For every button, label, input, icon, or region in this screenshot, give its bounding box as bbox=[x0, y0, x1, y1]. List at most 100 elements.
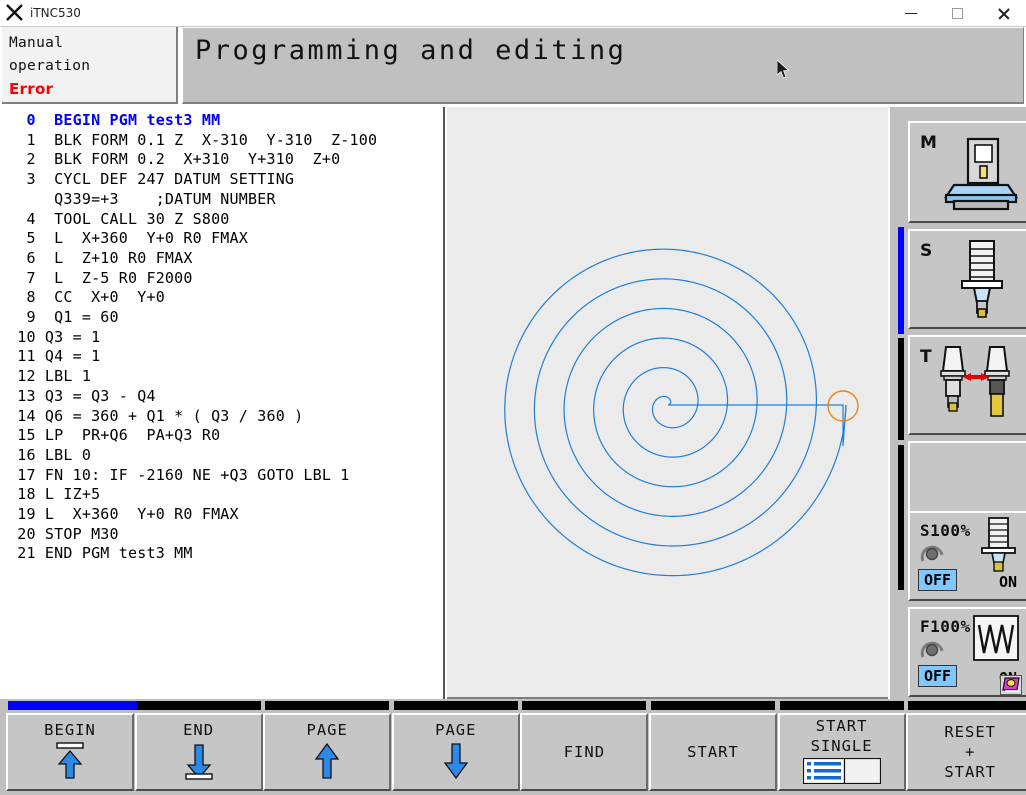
screen-title-box: Programming and editing bbox=[182, 27, 1024, 104]
softkey-reset-start-label: RESET bbox=[944, 723, 997, 741]
block-list-icon bbox=[802, 757, 881, 788]
page-title: Programming and editing bbox=[195, 35, 627, 66]
spindle-override-off[interactable]: OFF bbox=[918, 569, 958, 591]
softkey-begin-label: BEGIN bbox=[44, 721, 96, 739]
feed-override-title: F100% bbox=[920, 617, 971, 636]
softkey-start-single-label: START bbox=[815, 717, 868, 735]
program-line[interactable]: 14 Q6 = 360 + Q1 * ( Q3 / 360 ) bbox=[2, 407, 443, 427]
mode-line-1: Manual bbox=[9, 35, 64, 51]
softkey-page-indicator bbox=[0, 701, 1026, 710]
softkey-find[interactable]: FIND bbox=[520, 713, 649, 791]
program-line[interactable]: 8 CC X+0 Y+0 bbox=[2, 288, 443, 308]
softkey-start-single-label: SINGLE bbox=[810, 737, 873, 755]
program-listing[interactable]: 0 BEGIN PGM test3 MM 1 BLK FORM 0.1 Z X-… bbox=[2, 107, 445, 699]
arrow-up-icon bbox=[304, 742, 350, 784]
softkey-page-down[interactable]: PAGE bbox=[391, 713, 520, 791]
x-logo-icon bbox=[0, 0, 26, 26]
program-line[interactable]: 21 END PGM test3 MM bbox=[2, 544, 443, 564]
program-line[interactable]: 20 STOP M30 bbox=[2, 525, 443, 545]
softkey-start-label: START bbox=[687, 743, 739, 761]
feed-override-off[interactable]: OFF bbox=[918, 665, 958, 687]
knob-icon bbox=[920, 641, 944, 658]
softkey-start[interactable]: START bbox=[649, 713, 777, 791]
main-content: 0 BEGIN PGM test3 MM 1 BLK FORM 0.1 Z X-… bbox=[0, 107, 1026, 699]
screen-header: Manual operation Error Programming and e… bbox=[0, 27, 1026, 106]
program-line[interactable]: 18 L IZ+5 bbox=[2, 485, 443, 505]
program-line[interactable]: 12 LBL 1 bbox=[2, 367, 443, 387]
softkey-reset-start-label: + bbox=[965, 743, 976, 761]
spiral-path bbox=[504, 248, 847, 577]
program-line[interactable]: 2 BLK FORM 0.2 X+310 Y+310 Z+0 bbox=[2, 150, 443, 170]
softkey-s[interactable]: S bbox=[908, 229, 1026, 329]
softkey-page-down-label: PAGE bbox=[435, 721, 477, 739]
test-graphics-pane[interactable] bbox=[447, 107, 888, 699]
bottom-softkey-bar: BEGIN END PAGE PAGE FIND START START SINGLE RESE… bbox=[0, 699, 1026, 795]
program-line[interactable]: 17 FN 10: IF -2160 NE +Q3 GOTO LBL 1 bbox=[2, 466, 443, 486]
softkey-indicator-segment bbox=[908, 701, 1026, 710]
help-book-icon[interactable] bbox=[1000, 675, 1022, 695]
softkey-indicator-segment bbox=[265, 701, 390, 710]
spindle-override-on[interactable]: ON bbox=[999, 573, 1017, 591]
tool-change-icon bbox=[940, 346, 1010, 417]
spindle-icon bbox=[981, 517, 1016, 572]
softkey-t[interactable]: T bbox=[908, 335, 1026, 435]
softkey-row-indicator-2 bbox=[898, 445, 904, 590]
softkey-end-label: END bbox=[183, 721, 215, 739]
window-title: iTNC530 bbox=[30, 6, 81, 20]
softkey-m-label: M bbox=[920, 133, 937, 153]
minimize-button[interactable] bbox=[888, 0, 934, 26]
softkey-page-up[interactable]: PAGE bbox=[263, 713, 392, 791]
softkey-end[interactable]: END bbox=[134, 713, 263, 791]
softkey-reset-start-label: START bbox=[944, 763, 997, 781]
program-line[interactable]: 16 LBL 0 bbox=[2, 446, 443, 466]
softkey-row-indicator-blue bbox=[898, 227, 904, 334]
arrow-up-to-bar-icon bbox=[47, 742, 93, 784]
program-line[interactable]: 13 Q3 = Q3 - Q4 bbox=[2, 387, 443, 407]
program-line[interactable]: 15 LP PR+Q6 PA+Q3 R0 bbox=[2, 426, 443, 446]
program-line[interactable]: 7 L Z-5 R0 F2000 bbox=[2, 269, 443, 289]
spindle-override-title: S100% bbox=[920, 521, 971, 540]
softkey-start-single[interactable]: START SINGLE bbox=[777, 713, 906, 791]
softkey-page-up-label: PAGE bbox=[306, 721, 348, 739]
program-line[interactable]: 5 L X+360 Y+0 R0 FMAX bbox=[2, 229, 443, 249]
program-line[interactable]: 0 BEGIN PGM test3 MM bbox=[2, 111, 443, 131]
close-icon bbox=[997, 7, 1010, 20]
program-line[interactable]: 4 TOOL CALL 30 Z S800 bbox=[2, 210, 443, 230]
knob-icon bbox=[920, 545, 944, 562]
spindle-icon bbox=[961, 240, 1003, 318]
softkey-indicator-segment bbox=[522, 701, 647, 710]
program-line[interactable]: 11 Q4 = 1 bbox=[2, 347, 443, 367]
operating-mode-box[interactable]: Manual operation Error bbox=[2, 27, 178, 104]
program-line[interactable]: 9 Q1 = 60 bbox=[2, 308, 443, 328]
machine-icon bbox=[943, 137, 1018, 211]
mode-line-2: operation bbox=[9, 58, 91, 74]
itnc530-window: iTNC530 Manual operation Error Programmi… bbox=[0, 0, 1026, 795]
maximize-button[interactable] bbox=[934, 0, 980, 26]
program-line[interactable]: 3 CYCL DEF 247 DATUM SETTING bbox=[2, 170, 443, 190]
minimize-icon bbox=[905, 12, 917, 14]
window-titlebar: iTNC530 bbox=[0, 0, 1026, 27]
softkey-begin[interactable]: BEGIN bbox=[6, 713, 134, 791]
program-line[interactable]: 1 BLK FORM 0.1 Z X-310 Y-310 Z-100 bbox=[2, 131, 443, 151]
close-button[interactable] bbox=[980, 0, 1026, 26]
program-line[interactable]: 19 L X+360 Y+0 R0 FMAX bbox=[2, 505, 443, 525]
softkey-indicator-segment bbox=[779, 701, 904, 710]
vertical-softkey-column: M S T S100% OFF ON F100% OFF bbox=[890, 107, 1026, 699]
softkey-find-label: FIND bbox=[563, 743, 606, 761]
softkey-reset-start[interactable]: RESET + START bbox=[906, 713, 1026, 791]
error-status[interactable]: Error bbox=[9, 78, 176, 101]
maximize-icon bbox=[951, 7, 963, 19]
spindle-override[interactable]: S100% OFF ON bbox=[908, 511, 1026, 601]
softkey-row-indicator-1 bbox=[898, 338, 904, 440]
softkey-indicator-segment bbox=[651, 701, 775, 710]
program-line[interactable]: Q339=+3 ;DATUM NUMBER bbox=[2, 190, 443, 210]
softkey-m[interactable]: M bbox=[908, 121, 1026, 223]
arrow-down-icon bbox=[433, 742, 479, 784]
program-line[interactable]: 6 L Z+10 R0 FMAX bbox=[2, 249, 443, 269]
program-line[interactable]: 10 Q3 = 1 bbox=[2, 328, 443, 348]
softkey-indicator-segment bbox=[393, 701, 518, 710]
arrow-down-to-bar-icon bbox=[176, 742, 222, 784]
softkey-indicator-segment bbox=[136, 701, 261, 710]
softkey-s-label: S bbox=[920, 241, 933, 261]
spiral-toolpath bbox=[504, 248, 859, 577]
